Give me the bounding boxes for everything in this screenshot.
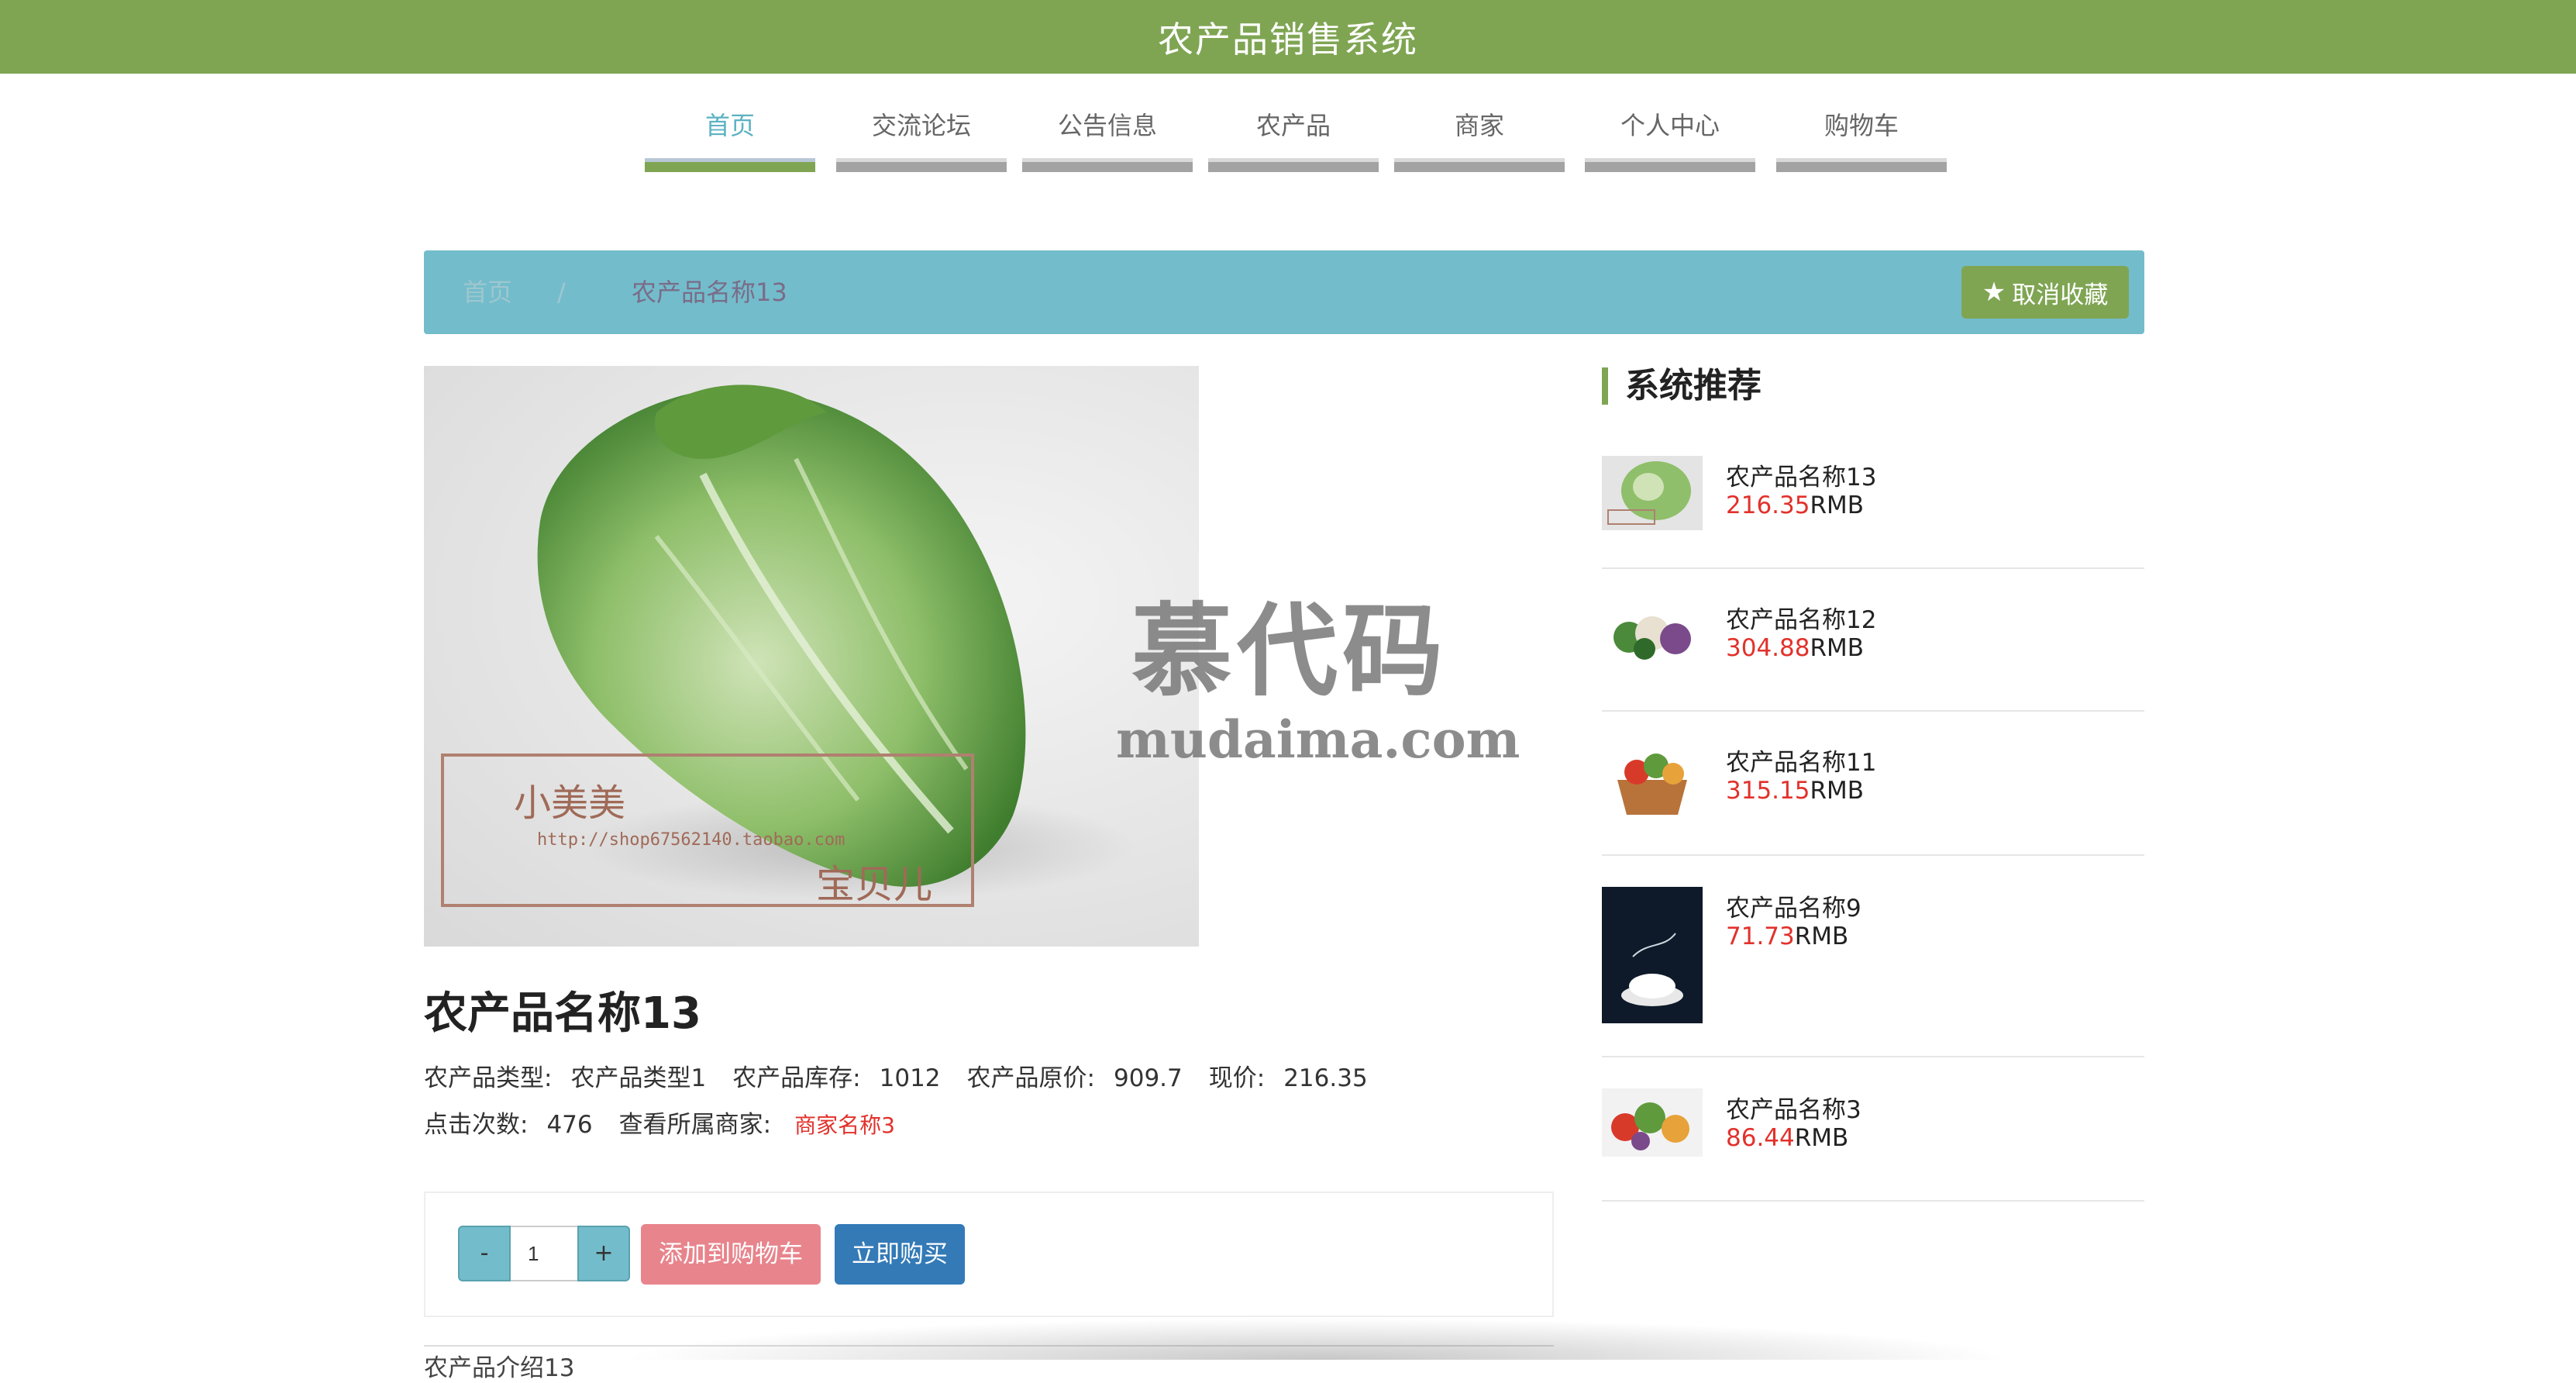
recommend-price: 315.15RMB [1726, 777, 1864, 805]
add-to-cart-button[interactable]: 添加到购物车 [641, 1224, 821, 1285]
recommend-thumbnail [1602, 598, 1703, 673]
nav-item-notices[interactable]: 公告信息 [1022, 101, 1193, 172]
price-number: 304.88 [1726, 634, 1810, 662]
recommend-item[interactable]: 农产品名称13 216.35RMB [1602, 450, 2144, 569]
product-type-label: 农产品类型: [424, 1064, 553, 1092]
recommend-item[interactable]: 农产品名称9 71.73RMB [1602, 854, 2144, 1057]
price-currency: RMB [1810, 491, 1865, 519]
nav-underline [1022, 158, 1193, 172]
main-nav: 首页 交流论坛 公告信息 农产品 商家 个人中心 购物车 [0, 101, 2576, 172]
recommend-price: 304.88RMB [1726, 634, 1864, 662]
app-header: 农产品销售系统 [0, 0, 2576, 74]
price-currency: RMB [1794, 923, 1849, 950]
nav-item-forum[interactable]: 交流论坛 [836, 101, 1007, 172]
price-number: 216.35 [1726, 491, 1810, 519]
merchant-link[interactable]: 商家名称3 [794, 1112, 895, 1138]
current-price-value: 216.35 [1283, 1064, 1368, 1092]
buy-now-button[interactable]: 立即购买 [835, 1224, 965, 1285]
price-number: 86.44 [1726, 1124, 1795, 1152]
price-number: 71.73 [1726, 923, 1795, 950]
current-price-label: 现价: [1208, 1064, 1266, 1092]
stamp-line3: 宝贝儿 [816, 862, 932, 907]
nav-item-profile[interactable]: 个人中心 [1585, 101, 1755, 172]
scroll-shadow [620, 1318, 2015, 1360]
recommend-price: 71.73RMB [1726, 923, 1848, 950]
nav-item-label: 个人中心 [1620, 111, 1720, 140]
recommend-name: 农产品名称12 [1726, 606, 1877, 634]
nav-item-label: 首页 [704, 111, 755, 140]
unfavorite-button[interactable]: ★ 取消收藏 [1961, 266, 2129, 319]
watermark-title: 慕代码 [1131, 591, 1448, 710]
recommend-name: 农产品名称9 [1726, 895, 1861, 923]
price-currency: RMB [1810, 777, 1865, 805]
app-title: 农产品销售系统 [1158, 18, 1418, 60]
nav-underline [645, 158, 815, 172]
recommend-thumbnail [1602, 741, 1703, 822]
product-title: 农产品名称13 [424, 988, 701, 1039]
nav-item-products[interactable]: 农产品 [1208, 101, 1379, 172]
nav-item-merchants[interactable]: 商家 [1394, 101, 1565, 172]
price-currency: RMB [1810, 634, 1865, 662]
recommend-thumbnail [1602, 1088, 1703, 1157]
original-price-value: 909.7 [1114, 1064, 1183, 1092]
product-image: 小美美 http://shop67562140.taobao.com 宝贝儿 [424, 366, 1199, 947]
nav-item-home[interactable]: 首页 [645, 101, 815, 172]
sidebar-title: 系统推荐 [1602, 367, 1762, 405]
breadcrumb-home-link[interactable]: 首页 [463, 250, 512, 334]
price-number: 315.15 [1726, 777, 1810, 805]
click-count-value: 476 [546, 1111, 593, 1139]
original-price-label: 农产品原价: [966, 1064, 1095, 1092]
nav-item-label: 商家 [1454, 111, 1504, 140]
recommend-thumbnail [1602, 456, 1703, 530]
price-currency: RMB [1794, 1124, 1849, 1152]
image-stamp: 小美美 http://shop67562140.taobao.com 宝贝儿 [441, 754, 974, 907]
breadcrumb-separator: / [557, 278, 566, 307]
nav-item-label: 购物车 [1824, 111, 1899, 140]
nav-item-label: 公告信息 [1057, 111, 1157, 140]
nav-underline [1394, 158, 1565, 172]
nav-item-cart[interactable]: 购物车 [1776, 101, 1947, 172]
nav-underline [836, 158, 1007, 172]
recommend-item[interactable]: 农产品名称12 304.88RMB [1602, 567, 2144, 712]
nav-item-label: 交流论坛 [871, 111, 971, 140]
breadcrumb-current: 农产品名称13 [632, 278, 787, 307]
quantity-decrease-button[interactable]: - [458, 1226, 511, 1281]
nav-underline [1585, 158, 1755, 172]
nav-underline [1776, 158, 1947, 172]
stamp-line1: 小美美 [514, 781, 626, 825]
recommend-item[interactable]: 农产品名称11 315.15RMB [1602, 710, 2144, 856]
unfavorite-label: 取消收藏 [2012, 281, 2109, 309]
product-stock-label: 农产品库存: [732, 1064, 861, 1092]
recommend-price: 216.35RMB [1726, 491, 1864, 519]
merchant-label: 查看所属商家: [618, 1111, 772, 1139]
product-type-value: 农产品类型1 [570, 1064, 707, 1092]
recommend-name: 农产品名称11 [1726, 749, 1877, 777]
quantity-increase-button[interactable]: + [577, 1226, 630, 1281]
product-meta-row: 点击次数: 476 查看所属商家: 商家名称3 [424, 1105, 895, 1140]
recommend-thumbnail [1602, 887, 1703, 1023]
recommend-name: 农产品名称13 [1726, 464, 1877, 491]
product-specs-row: 农产品类型: 农产品类型1 农产品库存: 1012 农产品原价: 909.7 现价: 216.… [424, 1058, 1394, 1093]
purchase-panel: - + 添加到购物车 立即购买 [424, 1192, 1554, 1317]
star-icon: ★ [1982, 277, 2006, 308]
quantity-input[interactable] [511, 1226, 577, 1281]
recommend-price: 86.44RMB [1726, 1124, 1848, 1152]
watermark-url: mudaima.com [1116, 709, 1520, 770]
click-count-label: 点击次数: [424, 1111, 529, 1139]
product-stock-value: 1012 [879, 1064, 941, 1092]
recommend-name: 农产品名称3 [1726, 1096, 1861, 1124]
recommend-item[interactable]: 农产品名称3 86.44RMB [1602, 1056, 2144, 1202]
breadcrumb: 首页 / 农产品名称13 ★ 取消收藏 [424, 250, 2144, 334]
nav-item-label: 农产品 [1255, 111, 1331, 140]
nav-underline [1208, 158, 1379, 172]
stamp-line2: http://shop67562140.taobao.com [537, 830, 845, 850]
